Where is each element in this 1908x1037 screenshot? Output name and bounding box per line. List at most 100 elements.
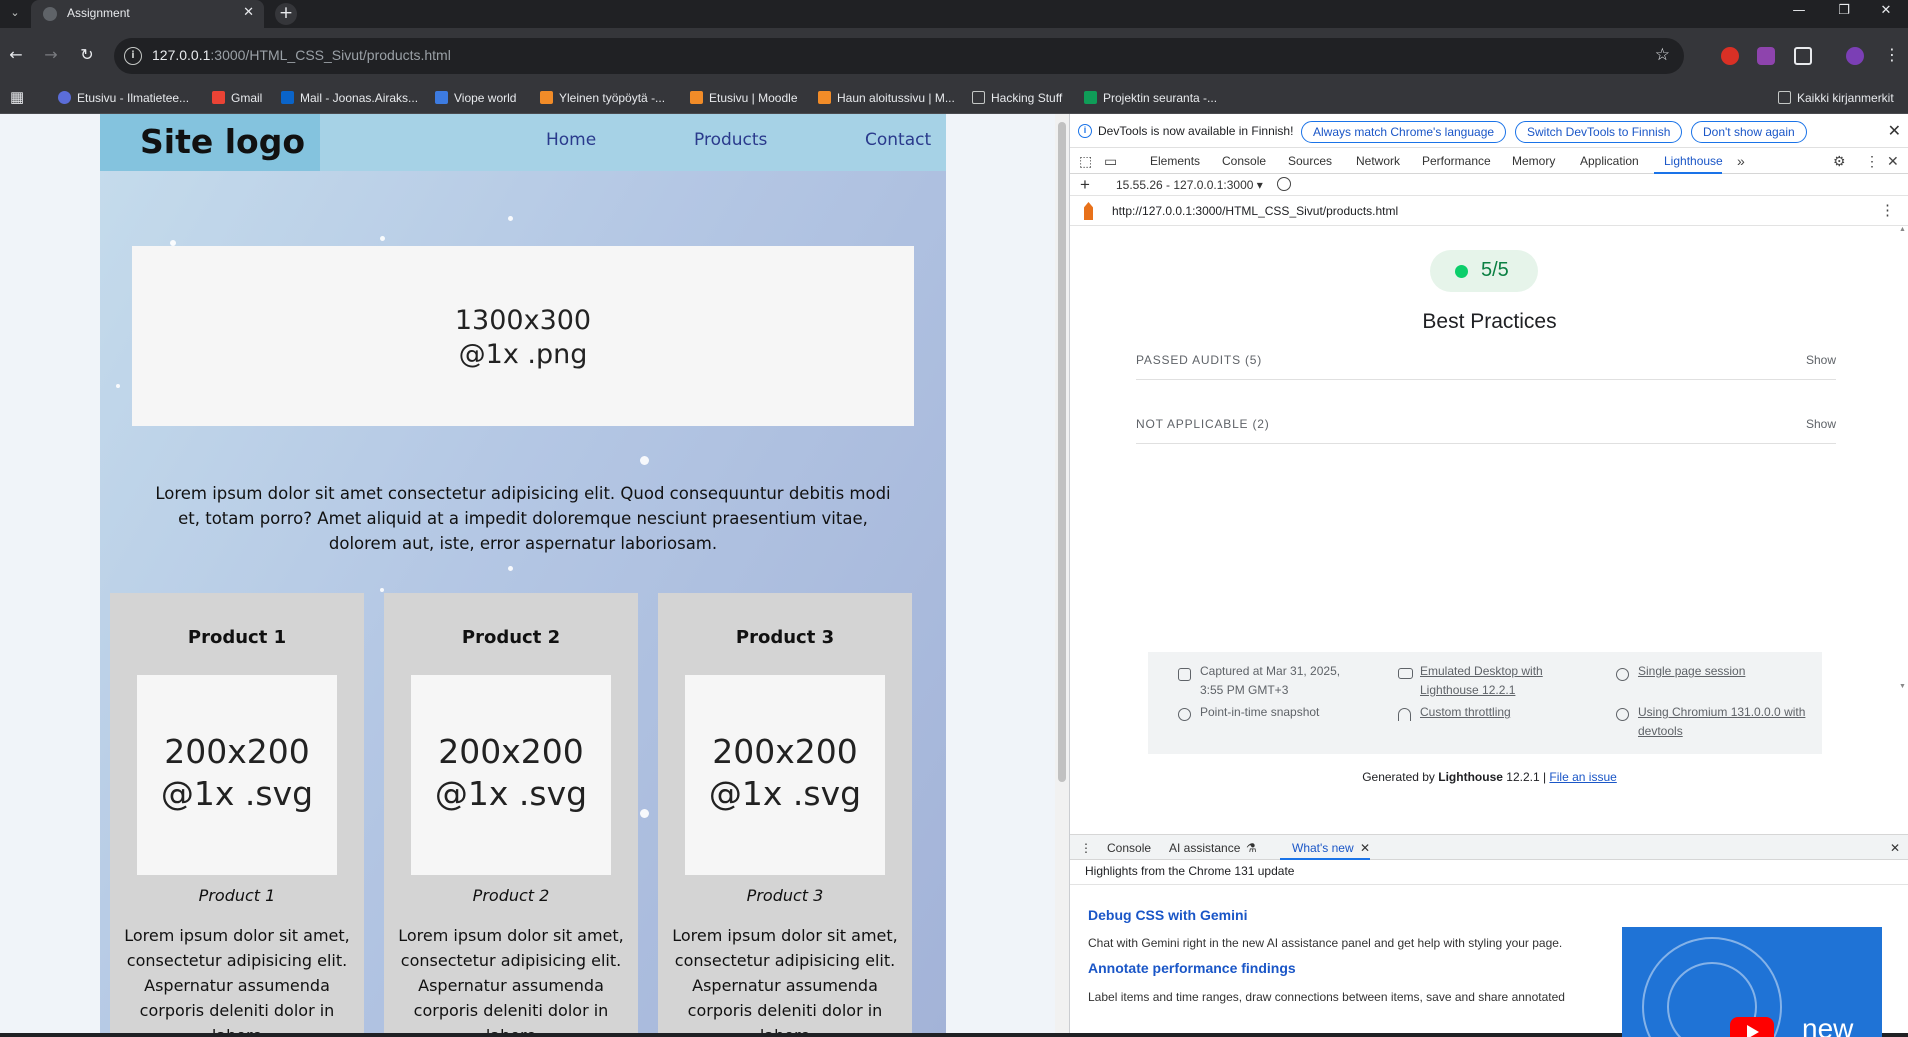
bookmark-item[interactable]: Yleinen työpöytä -... [540, 91, 665, 105]
site-logo[interactable]: Site logo [140, 122, 305, 161]
product-image-placeholder: 200x200 @1x .svg [137, 675, 337, 875]
restore-icon[interactable]: ❐ [1822, 3, 1866, 18]
bookmark-item[interactable]: Mail - Joonas.Airaks... [281, 91, 418, 105]
reload-icon[interactable]: ↻ [75, 43, 99, 67]
scrollbar-thumb[interactable] [1058, 122, 1066, 782]
report-selector[interactable]: 15.55.26 - 127.0.0.1:3000 ▾ [1116, 178, 1263, 192]
extensions-puzzle-icon[interactable] [1794, 47, 1812, 65]
settings-gear-icon[interactable]: ⚙ [1833, 153, 1846, 170]
drawer-tab-whats-new[interactable]: What's new [1292, 841, 1354, 855]
file-issue-link[interactable]: File an issue [1549, 770, 1616, 784]
product-title: Product 2 [461, 627, 561, 648]
minimize-icon[interactable]: — [1777, 3, 1821, 18]
dont-show-again-button[interactable]: Don't show again [1691, 121, 1807, 143]
report-meta-box: Captured at Mar 31, 2025, 3:55 PM GMT+3 … [1148, 652, 1822, 754]
nav-home-link[interactable]: Home [546, 130, 596, 150]
whats-new-panel: Highlights from the Chrome 131 update De… [1070, 860, 1908, 1037]
show-passed-button[interactable]: Show [1806, 353, 1836, 367]
browser-tab[interactable]: Assignment ✕ [31, 0, 264, 28]
site-info-icon[interactable]: i [124, 47, 142, 65]
apps-grid-icon[interactable]: ▦ [10, 88, 24, 106]
close-icon[interactable]: ✕ [1888, 121, 1901, 141]
decor-dot [380, 588, 384, 592]
meta-session[interactable]: Single page session [1638, 662, 1745, 681]
tab-sources[interactable]: Sources [1288, 154, 1332, 168]
extension-icon[interactable] [1721, 47, 1739, 65]
inspect-element-icon[interactable]: ⬚ [1079, 153, 1092, 170]
url-text[interactable]: 127.0.0.1:3000/HTML_CSS_Sivut/products.h… [152, 47, 451, 63]
product-card: Product 1 200x200 @1x .svg Product 1 Lor… [110, 593, 364, 1033]
tab-search-icon[interactable]: ⌄ [6, 4, 24, 22]
close-tab-icon[interactable]: ✕ [243, 5, 254, 20]
bookmark-item[interactable]: Etusivu - Ilmatietee... [58, 91, 189, 105]
devtools-menu-icon[interactable]: ⋮ [1865, 153, 1879, 170]
drawer-tab-ai-assistance[interactable]: AI assistance [1169, 841, 1240, 855]
bookmark-item[interactable]: Projektin seuranta -... [1084, 91, 1217, 105]
forward-icon[interactable]: → [39, 43, 63, 67]
devtools-close-icon[interactable]: ✕ [1887, 153, 1899, 170]
tab-memory[interactable]: Memory [1512, 154, 1555, 168]
close-whats-new-icon[interactable]: ✕ [1360, 841, 1370, 855]
product-description: Lorem ipsum dolor sit amet, consectetur … [398, 926, 624, 1033]
product-caption: Product 3 [746, 886, 824, 905]
product-image-placeholder: 200x200 @1x .svg [411, 675, 611, 875]
show-not-applicable-button[interactable]: Show [1806, 417, 1836, 431]
timer-icon [1178, 708, 1191, 721]
page-scrollbar[interactable] [1055, 114, 1069, 1033]
bookmark-item[interactable]: Haun aloitussivu | M... [818, 91, 955, 105]
meta-throttling[interactable]: Custom throttling [1420, 703, 1511, 722]
twitch-extension-icon[interactable] [1757, 47, 1775, 65]
scroll-down-icon[interactable]: ▼ [1899, 683, 1906, 690]
bookmark-item[interactable]: Etusivu | Moodle [690, 91, 798, 105]
close-drawer-icon[interactable]: ✕ [1890, 841, 1900, 855]
bookmark-folder[interactable]: Hacking Stuff [972, 91, 1062, 105]
bookmark-item[interactable]: Viope world [435, 91, 516, 105]
chrome-menu-icon[interactable]: ⋮ [1884, 45, 1900, 64]
back-icon[interactable]: ← [4, 43, 28, 67]
flask-icon: ⚗ [1246, 841, 1257, 855]
match-language-button[interactable]: Always match Chrome's language [1301, 121, 1507, 143]
new-tab-button[interactable]: + [275, 3, 297, 25]
whats-new-item-title[interactable]: Debug CSS with Gemini [1088, 907, 1247, 923]
tab-elements[interactable]: Elements [1150, 154, 1200, 168]
tab-performance[interactable]: Performance [1422, 154, 1491, 168]
window-close-icon[interactable]: ✕ [1864, 3, 1908, 18]
device-toolbar-icon[interactable]: ▭ [1104, 153, 1117, 170]
profile-avatar[interactable] [1846, 47, 1864, 65]
switch-finnish-button[interactable]: Switch DevTools to Finnish [1515, 121, 1683, 143]
bookmark-star-icon[interactable]: ☆ [1655, 45, 1670, 65]
nav-contact-link[interactable]: Contact [865, 130, 931, 150]
generated-by-line: Generated by Lighthouse 12.2.1 | File an… [1070, 770, 1908, 784]
play-button-icon[interactable] [1730, 1017, 1774, 1037]
report-scrollbar[interactable]: ▲ ▼ [1899, 226, 1908, 690]
clear-reports-icon[interactable] [1277, 177, 1291, 191]
meta-chromium[interactable]: Using Chromium 131.0.0.0 with devtools [1638, 703, 1813, 741]
site-header: Site logo Home Products Contact [100, 114, 946, 171]
bookmark-item[interactable]: Gmail [212, 91, 262, 105]
lighthouse-url-row: http://127.0.0.1:3000/HTML_CSS_Sivut/pro… [1070, 196, 1908, 226]
devtools-panel: i DevTools is now available in Finnish! … [1069, 114, 1908, 1037]
report-menu-icon[interactable]: ⋮ [1880, 201, 1895, 219]
tab-lighthouse[interactable]: Lighthouse [1664, 154, 1723, 168]
tab-console[interactable]: Console [1222, 154, 1266, 168]
drawer-tab-console[interactable]: Console [1107, 841, 1151, 855]
drawer-menu-icon[interactable]: ⋮ [1080, 841, 1092, 855]
decor-dot [116, 384, 120, 388]
tab-network[interactable]: Network [1356, 154, 1400, 168]
whats-new-item-title[interactable]: Annotate performance findings [1088, 960, 1296, 976]
browser-tab-strip: ⌄ Assignment ✕ + — ❐ ✕ [0, 0, 1908, 28]
audit-group-not-applicable[interactable]: NOT APPLICABLE (2) Show [1136, 404, 1836, 444]
whats-new-video-thumbnail[interactable]: new [1622, 927, 1882, 1037]
scroll-up-icon[interactable]: ▲ [1899, 226, 1906, 233]
audit-group-passed[interactable]: PASSED AUDITS (5) Show [1136, 340, 1836, 380]
product-title: Product 1 [187, 627, 287, 648]
nav-products-link[interactable]: Products [694, 130, 767, 150]
more-tabs-icon[interactable]: » [1737, 153, 1745, 169]
new-report-icon[interactable]: + [1080, 175, 1090, 195]
product-caption: Product 1 [198, 886, 276, 905]
product-description: Lorem ipsum dolor sit amet, consectetur … [124, 926, 350, 1033]
all-bookmarks-folder[interactable]: Kaikki kirjanmerkit [1778, 91, 1894, 105]
tab-application[interactable]: Application [1580, 154, 1639, 168]
meta-emulated[interactable]: Emulated Desktop with Lighthouse 12.2.1 [1420, 662, 1570, 700]
address-bar[interactable]: i 127.0.0.1:3000/HTML_CSS_Sivut/products… [114, 38, 1684, 74]
